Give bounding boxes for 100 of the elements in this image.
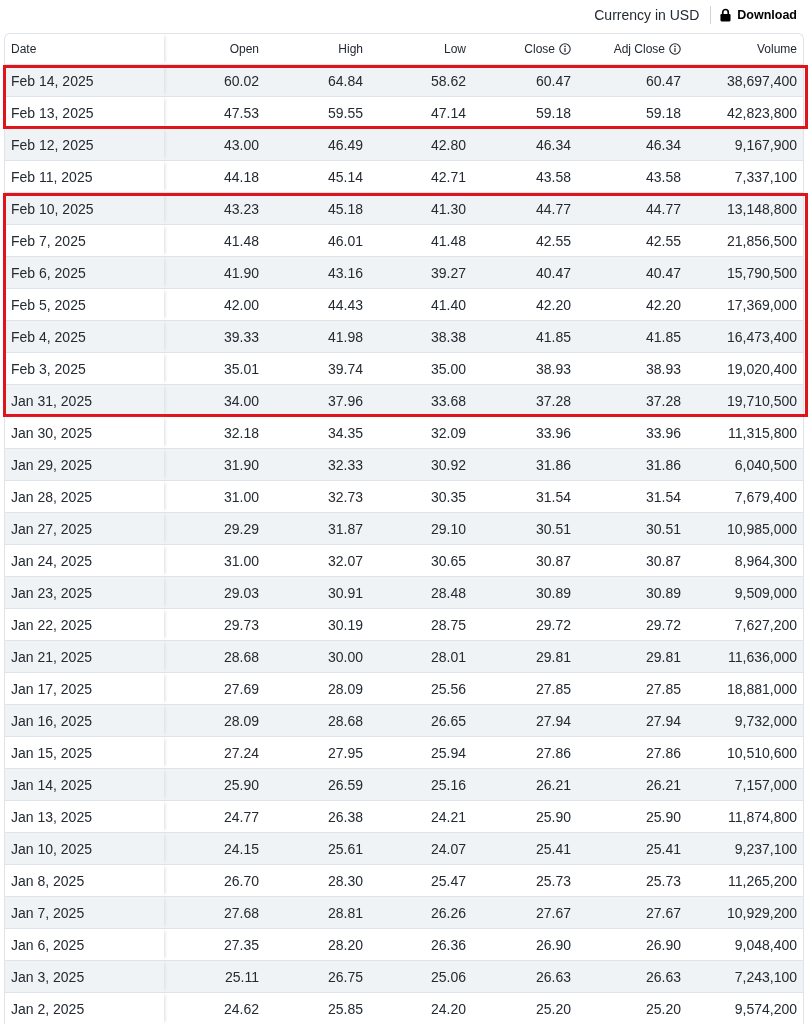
- column-header[interactable]: Volume: [687, 34, 803, 64]
- date-cell: Jan 13, 2025: [5, 801, 164, 832]
- table-cell-text: 28.81: [326, 903, 364, 923]
- date-cell: Feb 14, 2025: [5, 65, 164, 96]
- date-cell: Feb 12, 2025: [5, 129, 164, 160]
- table-cell-text: 43.16: [326, 263, 364, 283]
- date-cell: Jan 2, 2025: [5, 993, 164, 1024]
- table-cell-text: 26.75: [326, 967, 364, 987]
- table-cell-text: 27.67: [534, 903, 572, 923]
- table-cell-text: 30.92: [429, 455, 467, 475]
- table-cell-text: 32.18: [222, 423, 260, 443]
- table-cell-text: 30.87: [644, 551, 682, 571]
- table-cell-text: 45.14: [326, 167, 364, 187]
- table-cell-text: 38.93: [644, 359, 682, 379]
- table-cell-text: 11,874,800: [726, 807, 798, 827]
- column-header[interactable]: Adj Close: [577, 34, 687, 64]
- table-cell-text: 7,627,200: [733, 615, 798, 635]
- table-cell-text: 31.54: [534, 487, 572, 507]
- date-cell: Jan 6, 2025: [5, 929, 164, 960]
- table-row[interactable]: Jan 7, 2025 27.68 28.81 26.26 27.67 27.67 10,929,200: [5, 897, 803, 929]
- table-cell-text: 29.73: [222, 615, 260, 635]
- table-cell-text: 28.20: [326, 935, 364, 955]
- table-cell-text: 29.72: [534, 615, 572, 635]
- table-cell-text: 29.81: [644, 647, 682, 667]
- table-row[interactable]: Jan 29, 2025 31.90 32.33 30.92 31.86 31.86 6,040,500: [5, 449, 803, 481]
- table-cell-text: 37.96: [326, 391, 364, 411]
- table-cell-text: 31.86: [534, 455, 572, 475]
- table-cell-text: 25.41: [534, 839, 572, 859]
- table-cell-text: 25.20: [534, 999, 572, 1019]
- table-cell-text: 31.54: [644, 487, 682, 507]
- table-row[interactable]: Jan 2, 2025 24.62 25.85 24.20 25.20 25.20 9,574,200: [5, 993, 803, 1024]
- table-row[interactable]: Jan 3, 2025 25.11 26.75 25.06 26.63 26.63 7,243,100: [5, 961, 803, 993]
- table-cell-text: 25.73: [644, 871, 682, 891]
- table-cell-text: 25.56: [429, 679, 467, 699]
- column-header[interactable]: Low: [369, 34, 472, 64]
- table-row[interactable]: Jan 23, 2025 29.03 30.91 28.48 30.89 30.89 9,509,000: [5, 577, 803, 609]
- table-cell-text: 32.07: [326, 551, 364, 571]
- table-cell-text: 28.75: [429, 615, 467, 635]
- table-cell-text: 30.91: [326, 583, 364, 603]
- table-cell-text: 8,964,300: [733, 551, 798, 571]
- date-cell: Feb 13, 2025: [5, 97, 164, 128]
- date-cell: Jan 22, 2025: [5, 609, 164, 640]
- table-cell-text: 37.28: [644, 391, 682, 411]
- date-cell: Jan 17, 2025: [5, 673, 164, 704]
- table-cell-text: 25.90: [534, 807, 572, 827]
- table-cell-text: 42.80: [429, 135, 467, 155]
- table-cell-text: 11,265,200: [726, 871, 798, 891]
- table-cell-text: 10,929,200: [725, 903, 798, 923]
- column-header[interactable]: High: [265, 34, 369, 64]
- table-cell-text: 60.47: [644, 71, 682, 91]
- table-cell-text: 46.34: [644, 135, 682, 155]
- table-cell-text: 26.26: [429, 903, 467, 923]
- table-cell-text: 46.01: [326, 231, 364, 251]
- table-cell-text: 19,710,500: [725, 391, 798, 411]
- table-cell-text: 16,473,400: [725, 327, 798, 347]
- table-cell-text: 27.67: [644, 903, 682, 923]
- table-cell-text: 25.90: [222, 775, 260, 795]
- table-cell-text: 42,823,800: [725, 103, 798, 123]
- table-row[interactable]: Jan 21, 2025 28.68 30.00 28.01 29.81 29.81 11,636,000: [5, 641, 803, 673]
- table-cell-text: 26.38: [326, 807, 364, 827]
- column-header[interactable]: Open: [164, 34, 265, 64]
- table-cell-text: 24.77: [222, 807, 260, 827]
- column-header[interactable]: Date: [5, 34, 164, 64]
- table-row[interactable]: Jan 16, 2025 28.09 28.68 26.65 27.94 27.94 9,732,000: [5, 705, 803, 737]
- column-header[interactable]: Close: [472, 34, 577, 64]
- table-cell-text: 42.20: [644, 295, 682, 315]
- table-cell-text: 24.07: [429, 839, 467, 859]
- table-cell-text: 30.00: [326, 647, 364, 667]
- table-cell-text: 25.11: [224, 967, 260, 987]
- table-cell-text: 43.00: [222, 135, 260, 155]
- table-row[interactable]: Jan 27, 2025 29.29 31.87 29.10 30.51 30.51 10,985,000: [5, 513, 803, 545]
- table-row[interactable]: Feb 12, 2025 43.00 46.49 42.80 46.34 46.34 9,167,900: [5, 129, 803, 161]
- table-cell-text: 7,337,100: [733, 167, 798, 187]
- table-cell-text: 29.81: [534, 647, 572, 667]
- table-cell-text: 31.87: [326, 519, 364, 539]
- table-cell-text: 27.86: [534, 743, 572, 763]
- table-cell-text: 39.33: [222, 327, 260, 347]
- table-cell-text: 42.55: [534, 231, 572, 251]
- table-cell-text: 43.58: [534, 167, 572, 187]
- currency-label: Currency in USD: [594, 7, 700, 23]
- table-row[interactable]: Jan 14, 2025 25.90 26.59 25.16 26.21 26.21 7,157,000: [5, 769, 803, 801]
- table-cell-text: 28.09: [222, 711, 260, 731]
- table-cell-text: 26.90: [644, 935, 682, 955]
- date-cell: Feb 10, 2025: [5, 193, 164, 224]
- table-cell-text: 39.27: [429, 263, 467, 283]
- info-icon[interactable]: [669, 43, 681, 55]
- table-cell-text: 25.85: [326, 999, 364, 1019]
- table-cell-text: 59.55: [326, 103, 364, 123]
- table-row[interactable]: Jan 10, 2025 24.15 25.61 24.07 25.41 25.41 9,237,100: [5, 833, 803, 865]
- table-cell-text: 60.47: [534, 71, 572, 91]
- table-cell-text: 32.09: [429, 423, 467, 443]
- table-row[interactable]: Feb 11, 2025 44.18 45.14 42.71 43.58 43.58 7,337,100: [5, 161, 803, 193]
- table-cell-text: 28.30: [326, 871, 364, 891]
- info-icon[interactable]: [559, 43, 571, 55]
- date-cell: Jan 7, 2025: [5, 897, 164, 928]
- table-cell-text: 58.62: [429, 71, 467, 91]
- table-cell-text: 45.18: [326, 199, 364, 219]
- download-button[interactable]: Download: [720, 6, 797, 24]
- table-cell-text: 26.36: [429, 935, 467, 955]
- table-cell-text: 24.62: [222, 999, 260, 1019]
